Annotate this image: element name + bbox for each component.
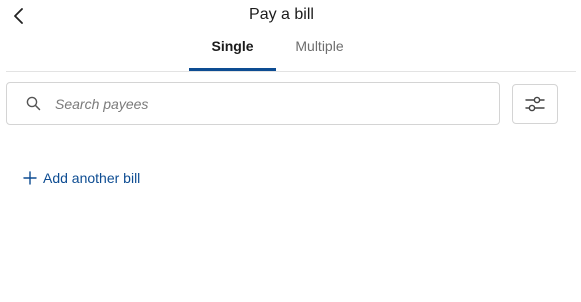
add-another-bill-label: Add another bill: [43, 170, 141, 186]
tab-bar: Single Multiple: [189, 33, 363, 71]
plus-icon: [22, 170, 38, 186]
filter-button[interactable]: [512, 84, 558, 124]
search-input[interactable]: [55, 95, 475, 112]
search-icon: [25, 96, 41, 112]
pay-bill-page: Pay a bill Single Multiple Add an: [0, 0, 581, 302]
tab-single[interactable]: Single: [189, 33, 276, 71]
tab-divider: [6, 71, 576, 72]
sliders-icon: [525, 96, 545, 112]
add-another-bill-link[interactable]: Add another bill: [22, 168, 140, 188]
page-title: Pay a bill: [249, 6, 314, 23]
search-field[interactable]: [6, 82, 500, 125]
tab-multiple[interactable]: Multiple: [276, 33, 363, 71]
